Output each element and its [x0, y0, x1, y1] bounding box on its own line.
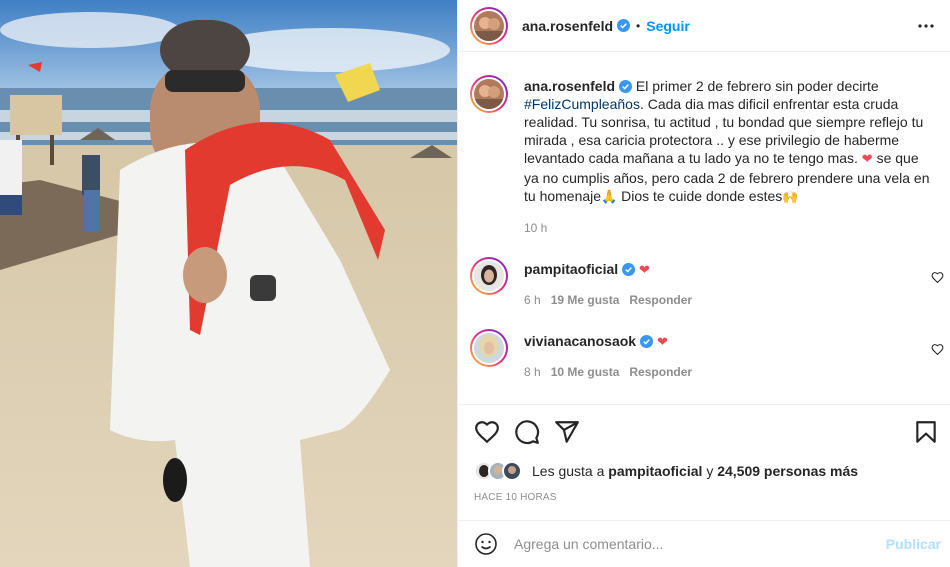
comments-section: ana.rosenfeld El primer 2 de febrero sin… [458, 53, 950, 403]
comment-meta: 6 h 19 Me gusta Responder [524, 293, 692, 307]
add-comment-bar: Publicar [458, 520, 950, 567]
author-avatar[interactable] [470, 6, 508, 45]
share-icon[interactable] [554, 419, 580, 445]
comment-time[interactable]: 8 h [524, 365, 541, 379]
caption-hashtag[interactable]: #FelizCumpleaños [524, 96, 640, 112]
caption-text-4: Dios te cuide donde estes [621, 188, 783, 204]
comment-text: vivianacanosaok ❤ [524, 333, 668, 350]
bookmark-icon[interactable] [913, 419, 939, 445]
heart-icon[interactable] [931, 343, 944, 356]
comment-likes[interactable]: 10 Me gusta [551, 365, 620, 379]
likes-prefix: Les gusta a [532, 463, 605, 479]
post-header: ana.rosenfeld • Seguir [458, 0, 950, 52]
emoji-icon[interactable] [474, 532, 498, 556]
comment-input[interactable] [514, 536, 874, 552]
comment-body: ❤ [639, 263, 650, 278]
likes-middle: y [706, 463, 714, 479]
pray-emoji: 🙏 [601, 190, 618, 205]
post-photo[interactable] [0, 0, 457, 567]
comment-time[interactable]: 6 h [524, 293, 541, 307]
verified-icon [619, 80, 633, 93]
reply-button[interactable]: Responder [629, 365, 692, 379]
caption-time[interactable]: 10 h [524, 221, 547, 235]
comment-likes[interactable]: 19 Me gusta [551, 293, 620, 307]
caption-avatar[interactable] [470, 75, 508, 113]
verified-icon [617, 19, 631, 32]
comment-item: pampitaoficial ❤ 6 h 19 Me gusta Responder [470, 257, 944, 307]
raised-hands-emoji: 🙌 [782, 190, 799, 205]
comment-avatar[interactable] [470, 257, 508, 295]
comment-avatar[interactable] [470, 329, 508, 367]
reply-button[interactable]: Responder [629, 293, 692, 307]
verified-icon [640, 335, 654, 348]
comment-text: pampitaoficial ❤ [524, 261, 650, 278]
verified-icon [622, 263, 636, 276]
likes-text: Les gusta a pampitaoficial y 24,509 pers… [532, 463, 858, 479]
post-actions: Les gusta a pampitaoficial y 24,509 pers… [458, 404, 950, 520]
follow-button[interactable]: Seguir [646, 18, 690, 34]
likes-count[interactable]: 24,509 personas más [717, 463, 858, 479]
comment-body: ❤ [656, 335, 668, 350]
comment-username[interactable]: pampitaoficial [524, 261, 618, 277]
author-username[interactable]: ana.rosenfeld [522, 18, 613, 34]
more-options-icon[interactable] [913, 13, 939, 39]
heart-emoji: ❤ [861, 152, 873, 167]
header-separator: • [636, 18, 641, 33]
likes-user[interactable]: pampitaoficial [608, 463, 702, 479]
comment-item: vivianacanosaok ❤ 8 h 10 Me gusta Responde… [470, 329, 944, 379]
caption-username[interactable]: ana.rosenfeld [524, 78, 615, 94]
post-timeago[interactable]: HACE 10 HORAS [474, 492, 557, 503]
comment-icon[interactable] [514, 419, 540, 445]
heart-icon[interactable] [931, 271, 944, 284]
post-panel: ana.rosenfeld • Seguir ana.rosenfeld El … [457, 0, 950, 567]
comment-meta: 8 h 10 Me gusta Responder [524, 365, 692, 379]
heart-icon[interactable] [474, 419, 500, 445]
likes-summary: Les gusta a pampitaoficial y 24,509 pers… [474, 461, 858, 481]
caption-text: ana.rosenfeld El primer 2 de febrero sin… [524, 77, 936, 207]
publish-button[interactable]: Publicar [886, 536, 941, 552]
caption-text-1: El primer 2 de febrero sin poder decirte [635, 78, 879, 94]
liker-avatar[interactable] [502, 461, 522, 481]
comment-username[interactable]: vivianacanosaok [524, 333, 636, 349]
